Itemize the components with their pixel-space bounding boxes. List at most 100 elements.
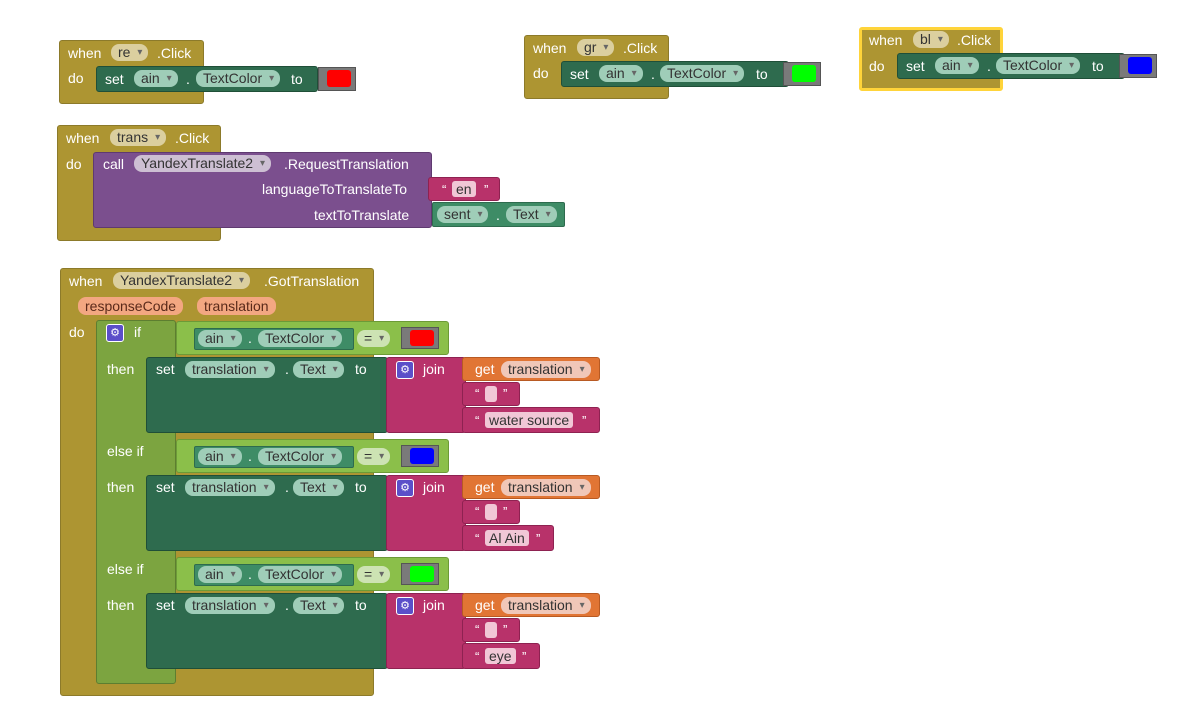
call-label: call — [103, 156, 125, 172]
component-dropdown-re[interactable]: re — [111, 44, 149, 61]
to-label: to — [1092, 58, 1104, 74]
do-label: do — [69, 324, 85, 340]
dot-label: . — [285, 361, 289, 377]
cond-component-dropdown[interactable]: ain — [198, 330, 242, 347]
join-label: join — [423, 479, 445, 495]
color-swatch[interactable] — [410, 448, 434, 464]
click-label: .Click — [157, 45, 192, 61]
equals-dropdown[interactable]: = — [357, 330, 391, 347]
quote-open: “ — [475, 504, 480, 519]
text-literal-suffix[interactable]: eye — [485, 648, 516, 664]
dot-label: . — [651, 66, 655, 82]
arg-component-dropdown[interactable]: sent — [437, 206, 489, 223]
param-response-code[interactable]: responseCode — [78, 297, 184, 315]
do-label: do — [869, 58, 885, 74]
cond-property-dropdown[interactable]: TextColor — [258, 330, 343, 347]
set-component-dropdown[interactable]: translation — [185, 597, 275, 614]
target-dropdown[interactable]: ain — [599, 65, 643, 82]
quote-open: “ — [442, 182, 447, 197]
equals-dropdown[interactable]: = — [357, 448, 391, 465]
quote-close: ” — [536, 531, 541, 546]
get-variable-dropdown[interactable]: translation — [501, 479, 591, 496]
set-label: set — [156, 479, 175, 495]
set-property-dropdown[interactable]: Text — [293, 597, 344, 614]
dot-label: . — [248, 330, 252, 346]
text-literal-suffix[interactable]: water source — [485, 412, 574, 428]
to-label: to — [355, 361, 367, 377]
gear-icon[interactable]: ⚙ — [396, 360, 414, 379]
color-swatch-red[interactable] — [327, 70, 351, 87]
property-dropdown[interactable]: TextColor — [996, 57, 1081, 74]
quote-close: ” — [503, 504, 508, 519]
then-label: then — [107, 361, 135, 377]
dot-label: . — [285, 597, 289, 613]
then-label: then — [107, 597, 135, 613]
component-dropdown-bl[interactable]: bl — [913, 31, 949, 48]
color-swatch[interactable] — [410, 566, 434, 582]
target-dropdown[interactable]: ain — [935, 57, 979, 74]
arg-property-dropdown[interactable]: Text — [506, 206, 557, 223]
quote-open: “ — [475, 649, 480, 664]
quote-open: “ — [475, 622, 480, 637]
gear-icon[interactable]: ⚙ — [106, 323, 124, 342]
set-component-dropdown[interactable]: translation — [185, 361, 275, 378]
component-dropdown-trans[interactable]: trans — [110, 129, 167, 146]
click-label: .Click — [175, 130, 210, 146]
param-translation[interactable]: translation — [197, 297, 276, 315]
to-label: to — [355, 597, 367, 613]
click-label: .Click — [957, 32, 992, 48]
when-label: when — [533, 40, 567, 56]
component-dropdown-yandex[interactable]: YandexTranslate2 — [113, 272, 251, 289]
else-if-label: else if — [107, 443, 144, 459]
gear-icon[interactable]: ⚙ — [396, 596, 414, 615]
quote-close: ” — [582, 413, 587, 428]
do-label: do — [68, 70, 84, 86]
get-label: get — [475, 479, 495, 495]
quote-close: ” — [522, 649, 527, 664]
dot-label: . — [496, 207, 500, 223]
quote-open: “ — [475, 531, 480, 546]
when-label: when — [68, 45, 102, 61]
quote-close: ” — [484, 182, 489, 197]
call-component-dropdown[interactable]: YandexTranslate2 — [134, 155, 272, 172]
set-label: set — [156, 361, 175, 377]
click-label: .Click — [623, 40, 658, 56]
get-label: get — [475, 597, 495, 613]
then-label: then — [107, 479, 135, 495]
target-dropdown[interactable]: ain — [134, 70, 178, 87]
property-dropdown[interactable]: TextColor — [660, 65, 745, 82]
text-literal-space[interactable] — [485, 504, 497, 523]
get-variable-dropdown[interactable]: translation — [501, 361, 591, 378]
cond-component-dropdown[interactable]: ain — [198, 566, 242, 583]
property-dropdown[interactable]: TextColor — [196, 70, 281, 87]
cond-property-dropdown[interactable]: TextColor — [258, 566, 343, 583]
arg-label-language: languageToTranslateTo — [262, 181, 408, 197]
color-swatch-green[interactable] — [792, 65, 816, 82]
set-component-dropdown[interactable]: translation — [185, 479, 275, 496]
text-literal-space[interactable] — [485, 622, 497, 641]
equals-dropdown[interactable]: = — [357, 566, 391, 583]
text-literal-space[interactable] — [485, 386, 497, 405]
text-literal-suffix[interactable]: Al Ain — [485, 530, 529, 546]
gear-icon[interactable]: ⚙ — [396, 478, 414, 497]
arg-label-text: textToTranslate — [314, 207, 410, 223]
to-label: to — [355, 479, 367, 495]
cond-property-dropdown[interactable]: TextColor — [258, 448, 343, 465]
color-swatch[interactable] — [410, 330, 434, 346]
quote-open: “ — [475, 386, 480, 401]
dot-label: . — [186, 71, 190, 87]
get-variable-dropdown[interactable]: translation — [501, 597, 591, 614]
set-property-dropdown[interactable]: Text — [293, 479, 344, 496]
join-label: join — [423, 361, 445, 377]
else-if-label: else if — [107, 561, 144, 577]
set-property-dropdown[interactable]: Text — [293, 361, 344, 378]
color-swatch-blue[interactable] — [1128, 57, 1152, 74]
do-label: do — [533, 65, 549, 81]
text-literal-en[interactable]: en — [452, 181, 476, 197]
quote-open: “ — [475, 413, 480, 428]
dot-label: . — [987, 58, 991, 74]
method-label: .RequestTranslation — [284, 156, 409, 172]
component-dropdown-gr[interactable]: gr — [577, 39, 615, 56]
when-label: when — [869, 32, 903, 48]
cond-component-dropdown[interactable]: ain — [198, 448, 242, 465]
